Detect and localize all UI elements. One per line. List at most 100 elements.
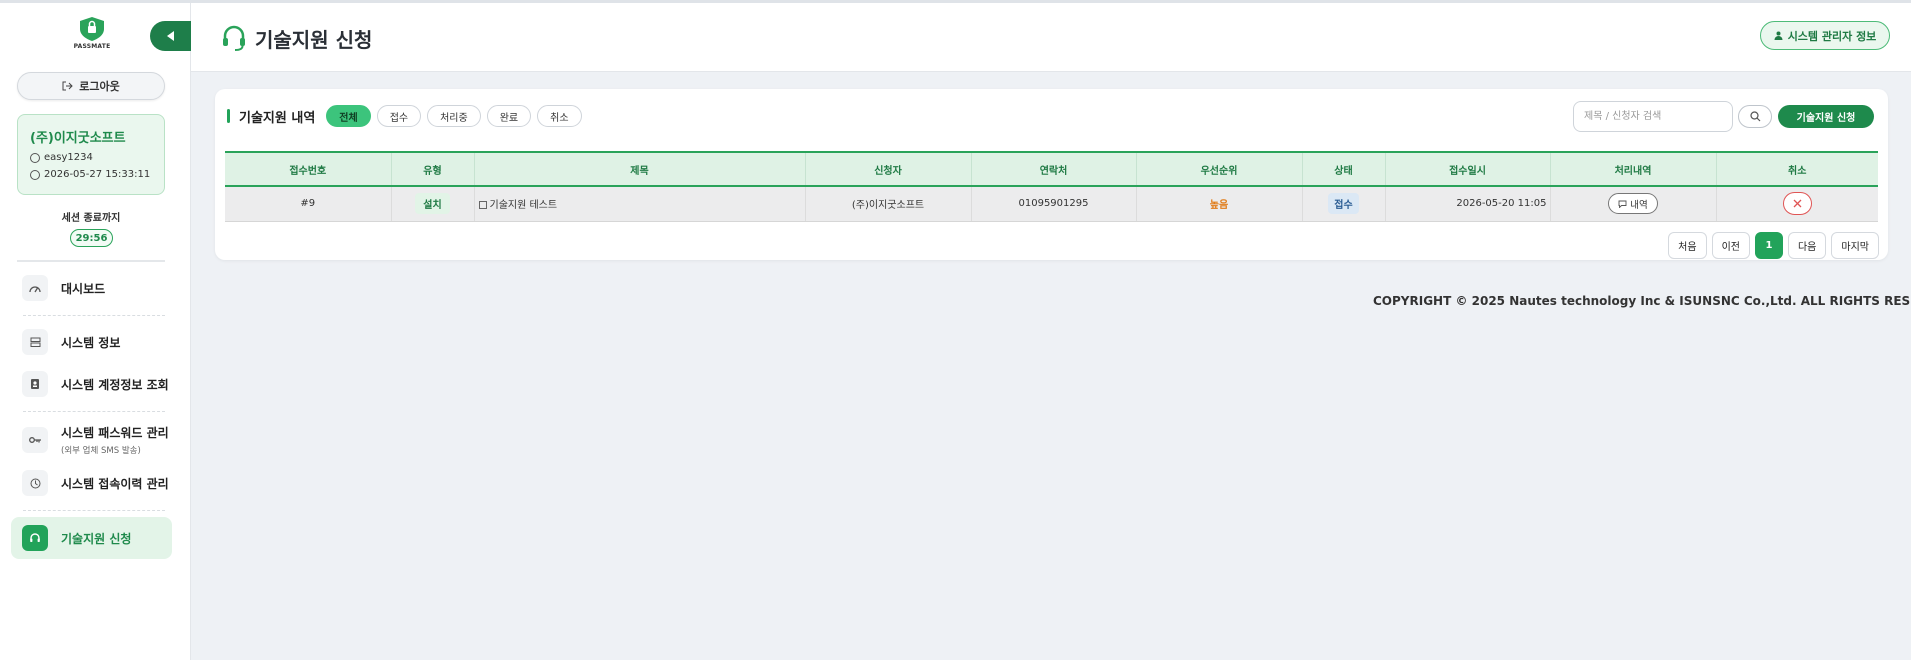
column-header: 접수일시 (1385, 151, 1551, 187)
column-header: 우선순위 (1136, 151, 1303, 187)
session-timer: 29:56 (70, 229, 113, 247)
filter-all[interactable]: 전체 (326, 105, 371, 127)
cancel-button[interactable] (1782, 192, 1812, 216)
column-header: 유형 (391, 151, 475, 187)
caret-left-icon (167, 31, 174, 41)
type-badge: 설치 (415, 193, 450, 215)
admin-info-button[interactable]: 시스템 관리자 정보 (1760, 21, 1890, 50)
nav-divider (23, 315, 165, 316)
row-title: 기술지원 테스트 (489, 200, 558, 212)
column-header: 제목 (474, 151, 806, 187)
page-title: 기술지원 신청 (221, 23, 372, 53)
page-last-button[interactable]: 마지막 (1831, 232, 1879, 259)
company-card: (주)이지굿소프트 easy1234 2026-05-27 15:33:11 (17, 114, 165, 195)
cell-title[interactable]: 기술지원 테스트 (474, 186, 806, 222)
dashboard-icon (22, 275, 48, 301)
cell-status: 접수 (1302, 186, 1386, 222)
user-icon (30, 152, 40, 163)
nav-system-info-label: 시스템 정보 (61, 335, 121, 350)
cell-applicant: (주)이지굿소프트 (805, 186, 972, 222)
app-logo[interactable]: PASSMATE (72, 16, 112, 52)
card-header: 기술지원 내역 전체 접수 처리중 완료 취소 (227, 105, 588, 127)
headset-icon (22, 525, 48, 551)
cell-type: 설치 (391, 186, 475, 222)
title-accent-bar (227, 109, 230, 123)
page-first-button[interactable]: 처음 (1668, 232, 1707, 259)
column-header: 취소 (1716, 151, 1878, 187)
nav-password-manage-label: 시스템 패스워드 관리 (61, 426, 169, 440)
admin-info-label: 시스템 관리자 정보 (1787, 29, 1877, 43)
nav-dashboard-label: 대시보드 (61, 281, 106, 296)
user-id-row: easy1234 (30, 152, 152, 163)
table-row[interactable]: #9 설치 기술지원 테스트 (주)이지굿소프트 01095901295 높음 … (225, 186, 1878, 222)
top-border (0, 0, 1911, 3)
id-card-icon (22, 371, 48, 397)
search-input[interactable] (1573, 101, 1733, 132)
logout-label: 로그아웃 (79, 80, 120, 93)
page-next-button[interactable]: 다음 (1787, 232, 1827, 259)
column-header: 신청자 (805, 151, 972, 187)
login-time: 2026-05-27 15:33:11 (44, 169, 151, 180)
nav-tech-support-label: 기술지원 신청 (61, 531, 132, 546)
column-header: 처리내역 (1550, 151, 1717, 187)
user-id: easy1234 (44, 152, 93, 163)
close-icon (1793, 199, 1802, 208)
key-icon (22, 427, 48, 453)
cell-cancel (1716, 186, 1878, 222)
support-table: 접수번호 유형 제목 신청자 연락처 우선순위 상태 접수일시 처리내역 취소 … (225, 151, 1878, 222)
search-button[interactable] (1738, 105, 1772, 128)
history-label: 내역 (1630, 199, 1648, 211)
nav-access-history-label: 시스템 접속이력 관리 (61, 476, 169, 491)
nav-access-history[interactable]: 시스템 접속이력 관리 (11, 469, 172, 497)
page-title-text: 기술지원 신청 (255, 27, 373, 52)
page-current-button[interactable]: 1 (1754, 232, 1783, 259)
session-label: 세션 종료까지 (61, 213, 121, 224)
clock-icon (30, 169, 40, 180)
filter-cancelled[interactable]: 취소 (537, 105, 582, 127)
nav-divider (23, 510, 165, 511)
card-title: 기술지원 내역 (239, 110, 316, 126)
sidebar-divider (17, 260, 165, 262)
logout-button[interactable]: 로그아웃 (17, 72, 165, 100)
column-header: 상태 (1302, 151, 1386, 187)
nav-password-manage[interactable]: 시스템 패스워드 관리 (외부 업체 SMS 발송) (11, 424, 172, 456)
pagination: 처음 이전 1 다음 마지막 (1668, 232, 1879, 259)
login-time-row: 2026-05-27 15:33:11 (30, 169, 152, 180)
nav-dashboard[interactable]: 대시보드 (11, 274, 172, 302)
nav-tech-support[interactable]: 기술지원 신청 (11, 517, 172, 559)
page-prev-button[interactable]: 이전 (1711, 232, 1750, 259)
filter-completed[interactable]: 완료 (486, 105, 532, 127)
edit-icon (478, 201, 487, 210)
history-button[interactable]: 내역 (1608, 193, 1658, 215)
sidebar: PASSMATE 로그아웃 (주)이지굿소프트 easy1234 2026-05… (0, 0, 192, 660)
headset-icon (223, 25, 245, 51)
nav-account-lookup[interactable]: 시스템 계정정보 조회 (11, 370, 172, 398)
logout-icon (62, 81, 73, 91)
filter-received[interactable]: 접수 (376, 105, 422, 127)
user-icon (1774, 31, 1783, 40)
nav-divider (23, 411, 165, 412)
cell-priority: 높음 (1136, 186, 1303, 222)
company-name: (주)이지굿소프트 (30, 131, 126, 146)
page-header: 기술지원 신청 시스템 관리자 정보 (191, 3, 1911, 72)
priority-label: 높음 (1209, 200, 1229, 212)
search-icon (1749, 111, 1760, 122)
server-icon (22, 329, 48, 355)
nav-system-info[interactable]: 시스템 정보 (11, 328, 172, 356)
cell-contact: 01095901295 (971, 186, 1137, 222)
filter-processing[interactable]: 처리중 (427, 105, 481, 127)
apply-support-button[interactable]: 기술지원 신청 (1778, 105, 1874, 128)
support-history-card: 기술지원 내역 전체 접수 처리중 완료 취소 기술지원 신청 접수번호 유형 … (215, 89, 1888, 260)
copyright-text: COPYRIGHT © 2025 Nautes technology Inc &… (1373, 294, 1911, 308)
cell-date: 2026-05-20 11:05 (1385, 186, 1551, 222)
shield-logo-icon (80, 17, 104, 41)
clock-icon (22, 470, 48, 496)
status-badge: 접수 (1328, 193, 1359, 215)
chat-icon (1618, 200, 1627, 208)
table-header-row: 접수번호 유형 제목 신청자 연락처 우선순위 상태 접수일시 처리내역 취소 (225, 151, 1878, 187)
nav-account-lookup-label: 시스템 계정정보 조회 (61, 377, 169, 392)
cell-receipt-no: #9 (225, 186, 392, 222)
column-header: 연락처 (971, 151, 1137, 187)
sidebar-collapse-button[interactable] (150, 21, 192, 51)
logo-text: PASSMATE (73, 43, 111, 50)
